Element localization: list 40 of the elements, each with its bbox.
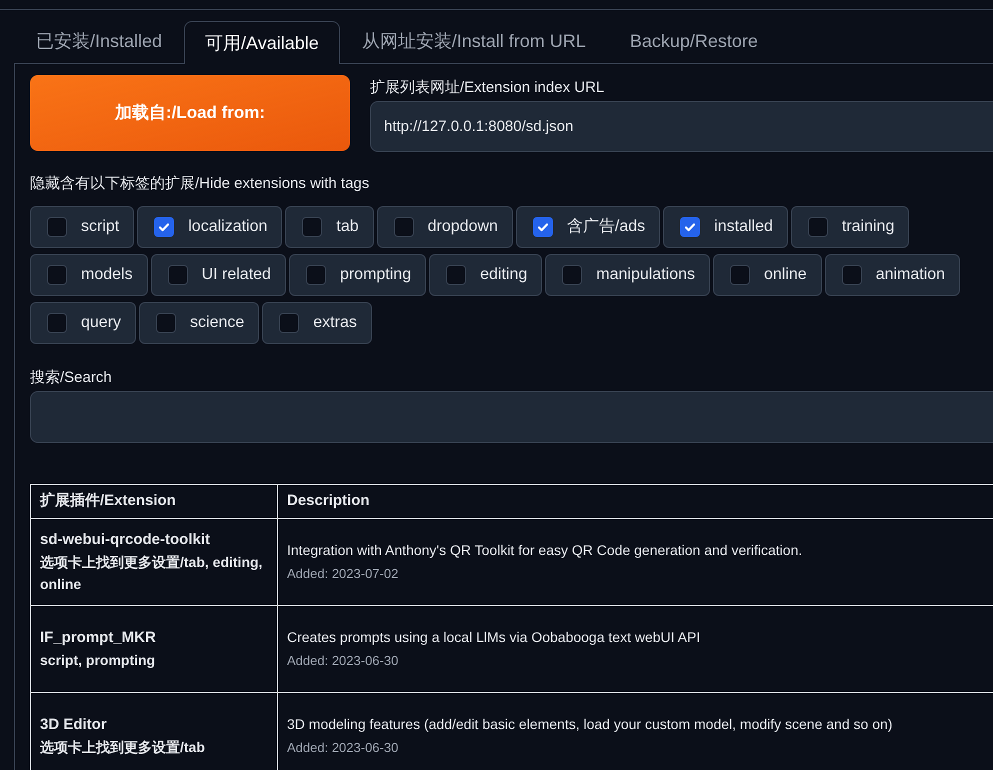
tab[interactable]: 已安装/Installed [14, 20, 184, 63]
field-label: 隐藏含有以下标签的扩展/Hide extensions with tags [30, 174, 370, 194]
tag-checkbox[interactable]: editing [429, 254, 542, 296]
tag-checkbox[interactable]: training [790, 206, 910, 248]
extension-name: IF_prompt_MKR [40, 628, 157, 648]
extension-description: 3D modeling features (add/edit basic elements, load your custom model, modify scene and so on) [287, 715, 894, 734]
tab[interactable]: 从网址安装/Install from URL [340, 20, 608, 63]
tag-checkbox[interactable]: animation [824, 254, 960, 296]
tag-checkbox[interactable]: dropdown [376, 206, 513, 248]
tag-checkbox[interactable]: script [30, 206, 134, 248]
column-header: 扩展插件/Extension [30, 484, 278, 518]
tag-checkbox[interactable]: UI related [150, 254, 286, 296]
extension-description: Integration with Anthony's QR Toolkit for easy QR Code generation and verification. [287, 541, 804, 560]
url-input-field[interactable]: http://127.0.0.1:8080/sd.json [370, 101, 993, 152]
added-date: Added: 2023-06-30 [287, 652, 400, 670]
tag-checkbox[interactable]: manipulations [545, 254, 710, 296]
search-field[interactable] [30, 391, 993, 443]
added-date: Added: 2023-06-30 [287, 739, 400, 757]
field-label: 扩展列表网址/Extension index URL [370, 78, 606, 98]
extension-description: Creates prompts using a local LlMs via Oobabooga text webUI API [287, 628, 702, 647]
extension-tags: script, prompting [40, 649, 268, 671]
extension-name: 3D Editor [40, 715, 108, 735]
extension-name: sd-webui-qrcode-toolkit [40, 530, 211, 550]
tag-checkbox[interactable]: extras [262, 302, 372, 344]
column-header: Description [278, 484, 993, 518]
tag-checkbox[interactable]: 含广告/ads [516, 206, 660, 248]
extension-tags: 选项卡上找到更多设置/tab, editing, online [40, 551, 268, 595]
tag-checkbox[interactable]: models [30, 254, 148, 296]
field-label: 搜索/Search [30, 368, 113, 388]
tab[interactable]: 可用/Available [184, 21, 340, 64]
tag-checkbox[interactable]: localization [137, 206, 282, 248]
tab[interactable]: Backup/Restore [608, 20, 780, 63]
tag-checkbox[interactable]: query [30, 302, 136, 344]
tag-checkbox[interactable]: prompting [288, 254, 426, 296]
tag-checkbox[interactable]: online [713, 254, 822, 296]
tag-checkbox[interactable]: installed [663, 206, 788, 248]
extension-tags: 选项卡上找到更多设置/tab [40, 736, 268, 758]
added-date: Added: 2023-07-02 [287, 565, 400, 583]
tag-checkbox[interactable]: tab [285, 206, 374, 248]
tag-checkbox[interactable]: science [139, 302, 260, 344]
